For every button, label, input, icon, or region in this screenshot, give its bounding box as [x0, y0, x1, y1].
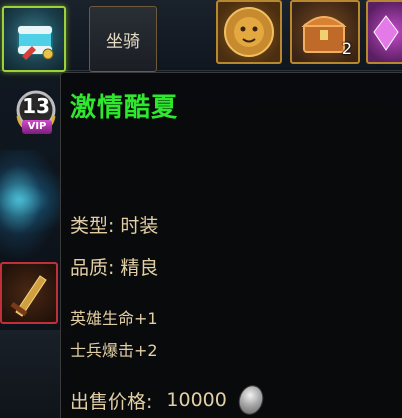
crystal-icon — [373, 15, 399, 51]
sell-price-line: 出售价格: 10000 — [70, 382, 267, 418]
fashion-item-slot[interactable] — [2, 6, 66, 72]
vip-label: VIP — [22, 120, 52, 134]
item-name: 激情酷夏 — [70, 93, 179, 123]
sell-price-label: 出售价格: — [70, 390, 153, 413]
treasure-chest-slot[interactable]: 2 — [290, 0, 360, 64]
teleport-glow — [0, 150, 60, 260]
item-quality-label: 品质: — [70, 257, 115, 279]
mount-button[interactable]: 坐骑 — [89, 6, 157, 72]
lion-crest-slot[interactable] — [216, 0, 282, 64]
mount-button-label: 坐骑 — [106, 31, 140, 52]
item-tooltip: 激情酷夏 类型: 时装 品质: 精良 英雄生命+1 士兵爆击+2 出售价格: 100… — [60, 72, 402, 418]
lion-head-icon — [224, 7, 274, 57]
vip-level-number: 13 — [22, 94, 50, 118]
item-type-label: 类型: — [70, 215, 115, 237]
sword-icon — [10, 275, 47, 317]
item-type-line: 类型: 时装 — [70, 211, 158, 238]
item-quality-value: 精良 — [120, 257, 159, 279]
crystal-item-slot[interactable] — [366, 0, 402, 64]
item-quality-line: 品质: 精良 — [70, 253, 158, 280]
vip-level-badge[interactable]: 13 VIP — [10, 88, 62, 140]
item-stat-soldier-crit: 士兵爆击+2 — [70, 341, 158, 360]
fashion-armguard-icon — [17, 25, 54, 60]
sell-price-value: 10000 — [166, 389, 227, 411]
item-type-value: 时装 — [120, 215, 159, 237]
silver-coin-icon — [234, 382, 267, 418]
item-stat-hero-hp: 英雄生命+1 — [70, 309, 158, 328]
weapon-item-slot[interactable] — [0, 262, 58, 324]
chest-count-badge: 2 — [341, 39, 352, 58]
